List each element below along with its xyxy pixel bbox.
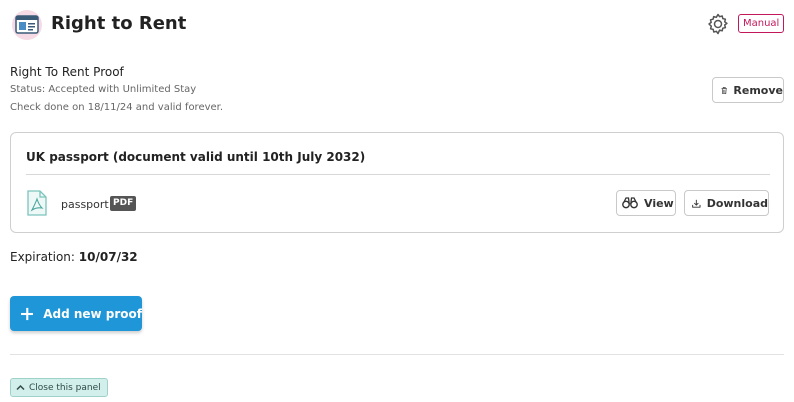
gear-icon[interactable]	[706, 12, 730, 36]
download-label: Download	[706, 196, 768, 210]
proof-status: Status: Accepted with Unlimited Stay	[10, 84, 197, 95]
expiration-row: Expiration: 10/07/32	[10, 250, 138, 264]
file-name[interactable]: passport	[61, 198, 109, 211]
close-panel-button[interactable]: Close this panel	[10, 378, 108, 397]
remove-label: Remove	[733, 83, 783, 97]
chevron-up-icon	[16, 384, 25, 391]
proof-title: Right To Rent Proof	[10, 65, 124, 79]
download-button[interactable]: Download	[684, 190, 769, 216]
expiration-value: 10/07/32	[78, 250, 138, 264]
divider	[10, 354, 784, 355]
proof-check-note: Check done on 18/11/24 and valid forever…	[10, 102, 224, 113]
remove-button[interactable]: Remove	[712, 77, 784, 103]
view-label: View	[644, 196, 674, 210]
document-title: UK passport (document valid until 10th J…	[26, 150, 366, 164]
panel-header: Right to Rent Manual	[10, 8, 786, 42]
add-proof-button[interactable]: Add new proof	[10, 296, 142, 331]
divider	[26, 174, 770, 175]
document-card: UK passport (document valid until 10th J…	[10, 132, 784, 233]
add-proof-label: Add new proof	[43, 306, 142, 321]
expiration-label: Expiration:	[10, 250, 75, 264]
manual-badge: Manual	[738, 14, 785, 33]
plus-icon	[21, 307, 34, 320]
binoculars-icon	[622, 197, 638, 209]
trash-icon	[721, 86, 727, 94]
id-card-icon	[12, 10, 42, 40]
close-panel-label: Close this panel	[29, 382, 101, 393]
pdf-file-icon	[27, 190, 47, 216]
view-button[interactable]: View	[616, 190, 676, 216]
page-title: Right to Rent	[51, 13, 187, 34]
download-icon	[692, 199, 701, 208]
file-type-badge: PDF	[110, 196, 137, 211]
